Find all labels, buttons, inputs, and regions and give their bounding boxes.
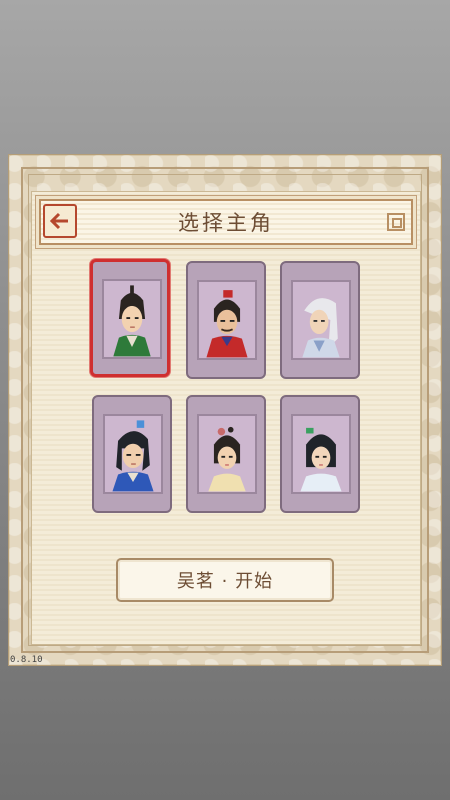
youth-portrait-icon <box>105 416 161 492</box>
swordsman-portrait-icon <box>199 282 255 358</box>
elder-portrait-icon <box>293 282 349 358</box>
character-portrait-5 <box>197 414 257 494</box>
character-portrait-1 <box>102 279 162 359</box>
character-card-1[interactable] <box>90 259 170 377</box>
character-card-5[interactable] <box>186 395 266 513</box>
maiden-portrait-icon <box>199 416 255 492</box>
arrow-left-icon <box>50 212 68 230</box>
character-select-panel: 选择主角 吴茗 · 开始 <box>8 154 442 666</box>
character-portrait-6 <box>291 414 351 494</box>
character-card-3[interactable] <box>280 261 360 379</box>
character-portrait-2 <box>197 280 257 360</box>
character-portrait-3 <box>291 280 351 360</box>
lady-portrait-icon <box>293 416 349 492</box>
character-card-2[interactable] <box>186 261 266 379</box>
warrior-portrait-icon <box>104 281 160 357</box>
character-portrait-4 <box>103 414 163 494</box>
version-label: 0.8.10 <box>10 655 43 665</box>
back-button[interactable] <box>43 204 77 238</box>
character-card-6[interactable] <box>280 395 360 513</box>
page-title: 选择主角 <box>178 211 274 235</box>
start-button[interactable]: 吴茗 · 开始 <box>116 558 334 602</box>
character-card-4[interactable] <box>92 395 172 513</box>
